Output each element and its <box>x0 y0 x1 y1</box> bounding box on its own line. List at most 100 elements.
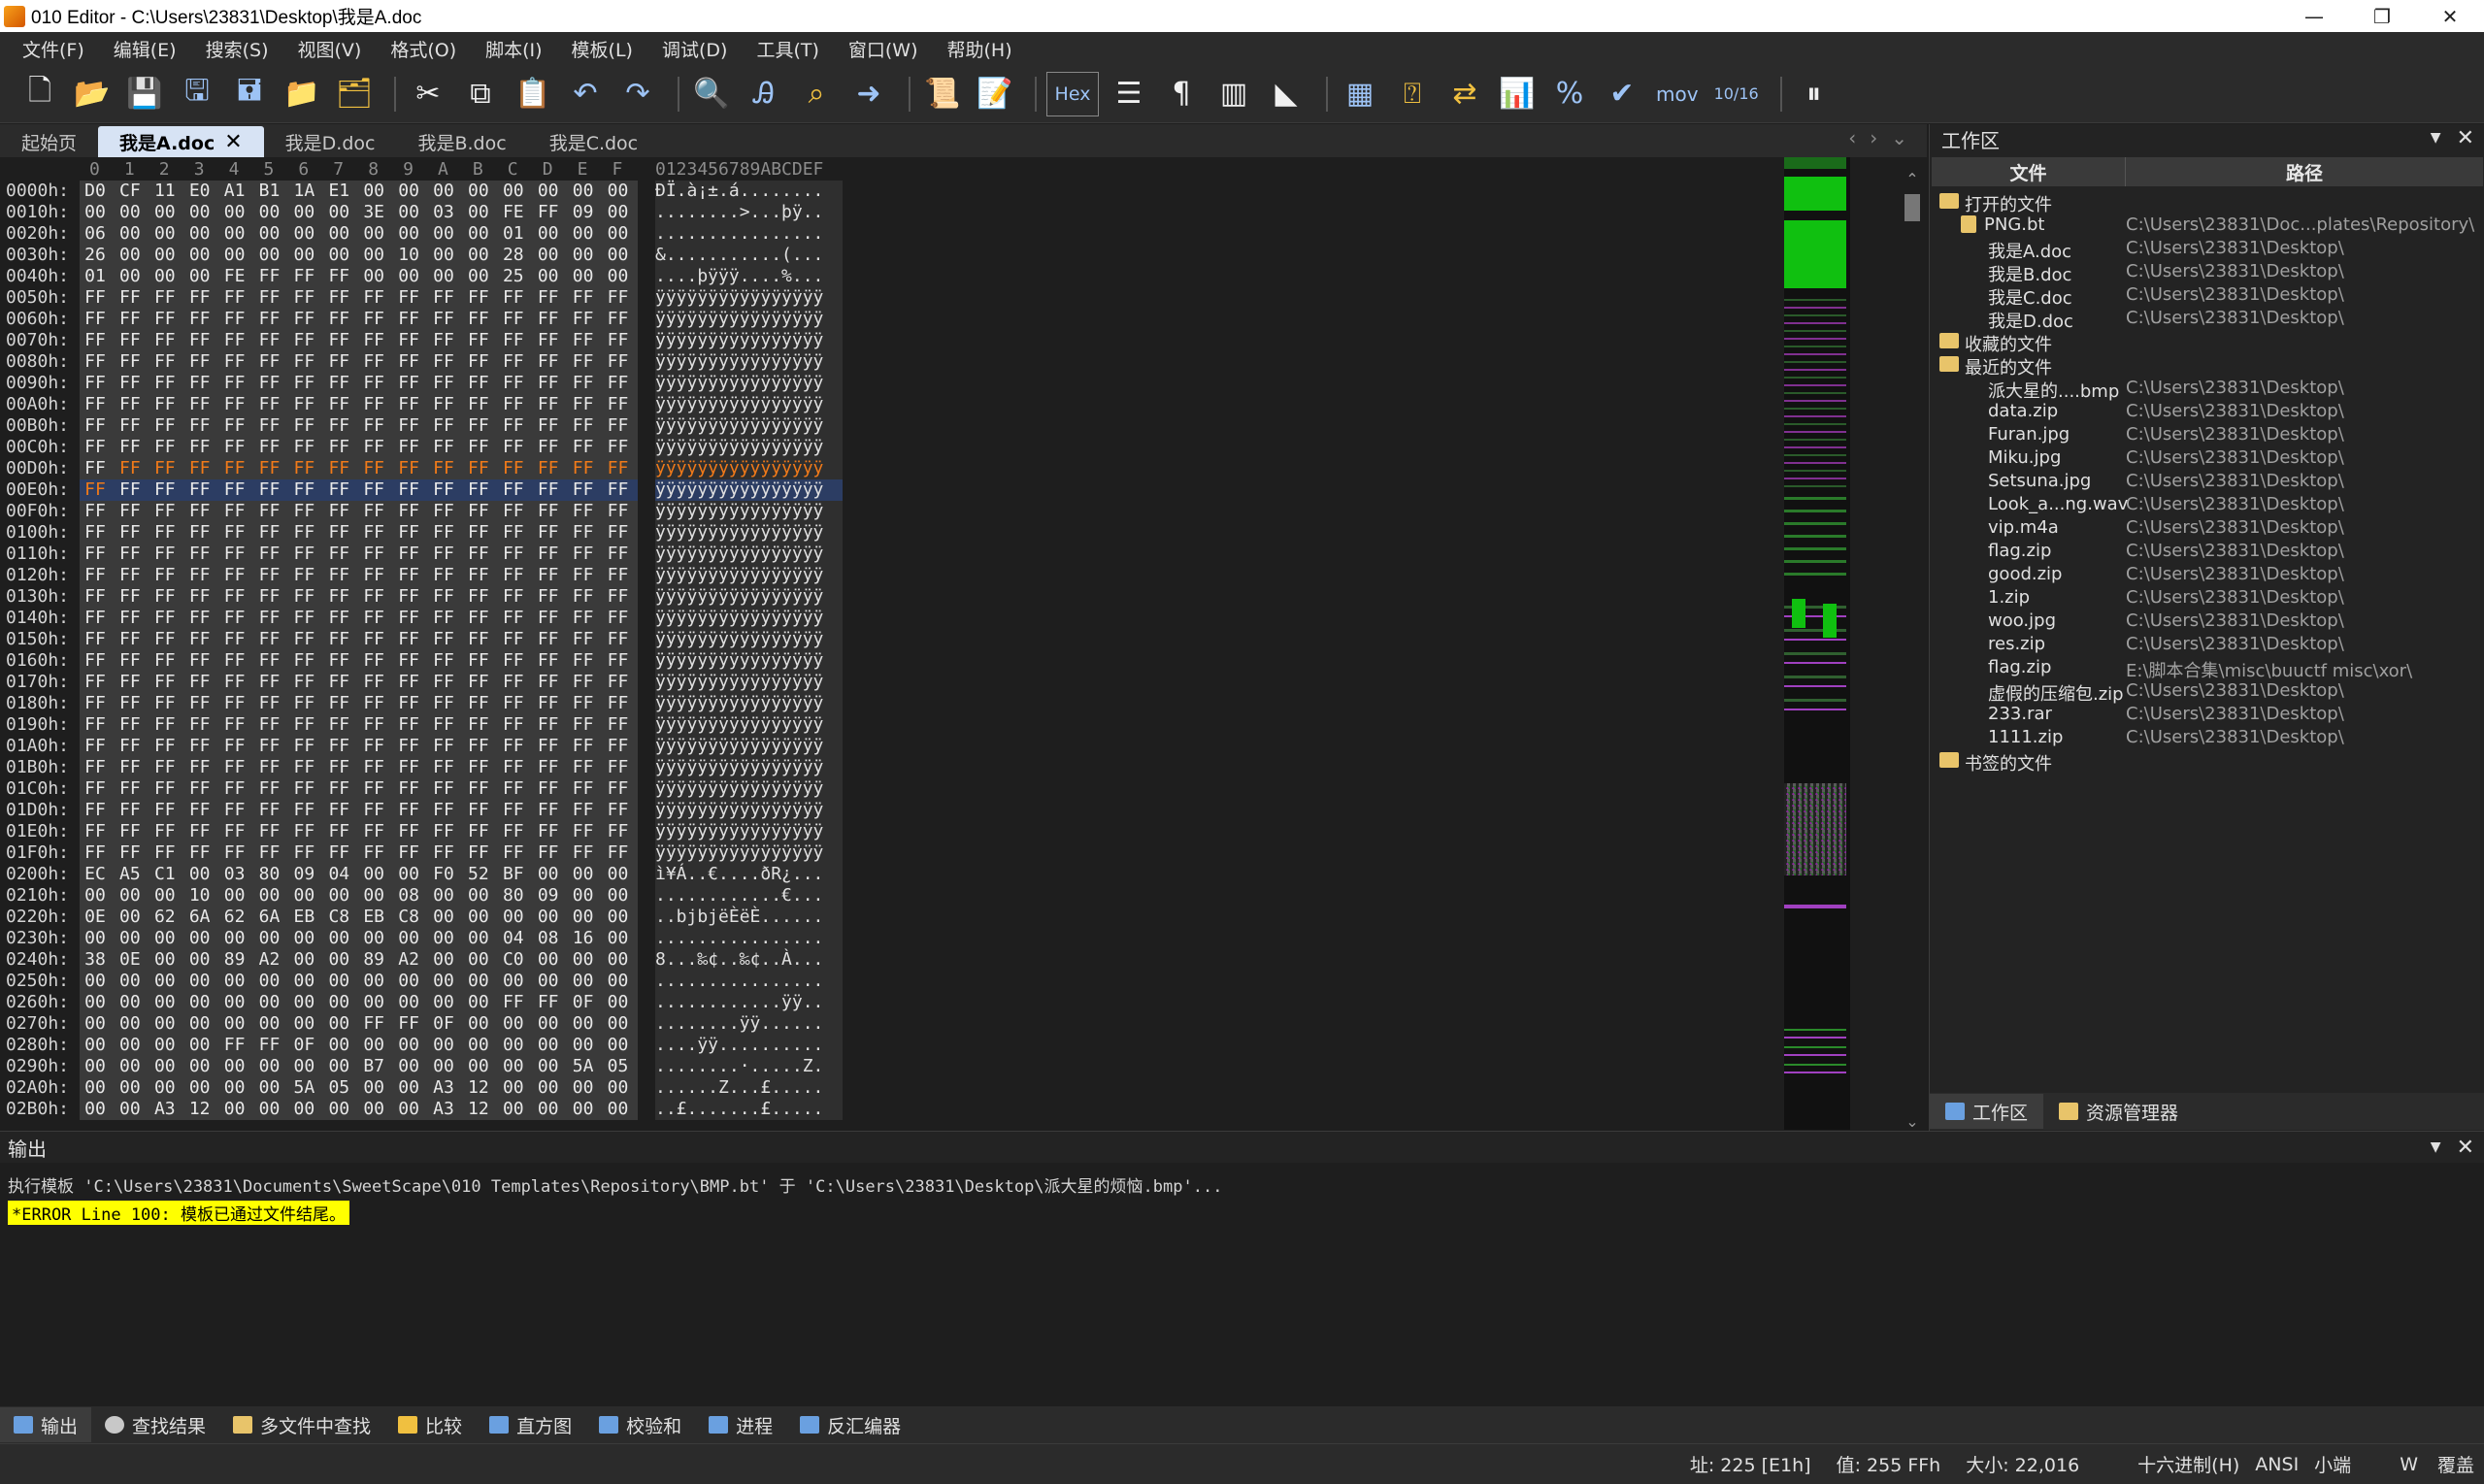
hex-byte[interactable]: FF <box>603 415 634 436</box>
tab-find-results[interactable]: 查找结果 <box>91 1407 219 1442</box>
hex-byte[interactable]: FF <box>428 842 459 863</box>
hex-byte[interactable]: FF <box>254 608 285 628</box>
hex-byte[interactable]: FF <box>184 629 215 649</box>
workspace-file-item[interactable]: 233.rar C:\Users\23831\Desktop\ <box>1930 703 2483 726</box>
checksum-icon[interactable]: ✔ <box>1600 72 1644 116</box>
hex-byte[interactable]: 00 <box>254 245 285 265</box>
hex-byte[interactable]: C0 <box>498 949 529 970</box>
hex-byte[interactable]: FF <box>358 544 389 564</box>
workspace-file-item[interactable]: 我是B.doc C:\Users\23831\Desktop\ <box>1930 260 2483 285</box>
hex-byte[interactable]: 00 <box>603 928 634 948</box>
hex-byte[interactable]: FF <box>393 330 424 350</box>
hex-byte[interactable]: FF <box>358 842 389 863</box>
hex-byte[interactable]: FF <box>288 586 319 607</box>
hex-byte[interactable]: FF <box>288 394 319 414</box>
hex-byte[interactable]: FF <box>219 522 250 543</box>
hex-byte[interactable]: 62 <box>149 907 181 927</box>
hex-byte[interactable]: 09 <box>533 885 564 906</box>
hex-bytes[interactable]: 00 00 00 00 00 00 5A 05 00 00 A3 12 00 00 00 00 <box>80 1077 638 1099</box>
menu-window[interactable]: 窗口(W) <box>834 36 933 62</box>
split-icon[interactable]: ▥ <box>1211 72 1256 116</box>
hex-byte[interactable]: FF <box>184 821 215 841</box>
hex-byte[interactable]: FF <box>568 586 599 607</box>
hex-byte[interactable]: FF <box>533 522 564 543</box>
hex-byte[interactable]: EB <box>358 907 389 927</box>
hex-byte[interactable]: 16 <box>568 928 599 948</box>
hex-byte[interactable]: FF <box>533 394 564 414</box>
tab-output[interactable]: 输出 <box>0 1407 92 1442</box>
hex-byte[interactable]: FF <box>149 629 181 649</box>
hex-byte[interactable]: FF <box>184 800 215 820</box>
hex-byte[interactable]: FF <box>603 650 634 671</box>
hex-byte[interactable]: FF <box>463 309 494 329</box>
hex-byte[interactable]: 00 <box>115 223 146 244</box>
hex-byte[interactable]: FF <box>184 842 215 863</box>
hex-ascii[interactable]: ÿÿÿÿÿÿÿÿÿÿÿÿÿÿÿÿ <box>655 586 843 608</box>
hex-bytes[interactable]: 26 00 00 00 00 00 00 00 00 10 00 00 28 00 00 00 <box>80 245 638 266</box>
hex-byte[interactable]: 00 <box>184 1013 215 1034</box>
hex-ascii[interactable]: ÿÿÿÿÿÿÿÿÿÿÿÿÿÿÿÿ <box>655 351 843 373</box>
hex-byte[interactable]: FF <box>533 992 564 1012</box>
hex-byte[interactable]: 00 <box>463 971 494 991</box>
hex-byte[interactable]: FF <box>219 351 250 372</box>
hex-byte[interactable]: EB <box>288 907 319 927</box>
hex-byte[interactable]: FF <box>115 714 146 735</box>
hex-byte[interactable]: FF <box>80 778 111 799</box>
hex-ascii[interactable]: ..bjbjëÈëÈ...... <box>655 907 843 928</box>
hex-byte[interactable]: 00 <box>463 1013 494 1034</box>
workspace-file-item[interactable]: Setsuna.jpg C:\Users\23831\Desktop\ <box>1930 470 2483 493</box>
hex-byte[interactable]: 00 <box>428 266 459 286</box>
compare-icon[interactable]: ⇄ <box>1442 72 1487 116</box>
hex-byte[interactable]: FF <box>533 714 564 735</box>
hex-byte[interactable]: FF <box>533 565 564 585</box>
hex-byte[interactable]: FF <box>288 415 319 436</box>
hex-byte[interactable]: FF <box>184 522 215 543</box>
workspace-file-item[interactable]: good.zip C:\Users\23831\Desktop\ <box>1930 563 2483 586</box>
hex-byte[interactable]: FF <box>254 586 285 607</box>
hex-byte[interactable]: FF <box>184 736 215 756</box>
hex-byte[interactable]: FF <box>463 458 494 478</box>
hex-byte[interactable]: FF <box>80 757 111 777</box>
hex-byte[interactable]: FF <box>393 287 424 308</box>
hex-byte[interactable]: FF <box>393 415 424 436</box>
paste-icon[interactable]: 📋 <box>511 72 555 116</box>
hex-byte[interactable]: FF <box>603 501 634 521</box>
tab-checksum[interactable]: 校验和 <box>585 1407 695 1442</box>
hex-byte[interactable]: FF <box>428 608 459 628</box>
hex-byte[interactable]: FF <box>463 608 494 628</box>
scroll-thumb[interactable] <box>1904 194 1920 221</box>
hex-bytes[interactable]: D0 CF 11 E0 A1 B1 1A E1 00 00 00 00 00 00 00 00 <box>80 181 638 202</box>
hex-byte[interactable]: 00 <box>463 992 494 1012</box>
hex-ascii[interactable]: ÿÿÿÿÿÿÿÿÿÿÿÿÿÿÿÿ <box>655 629 843 650</box>
hex-bytes[interactable]: FF FF FF FF FF FF FF FF FF FF FF FF FF FF FF FF <box>80 309 638 330</box>
hex-byte[interactable]: 00 <box>288 1056 319 1076</box>
hex-byte[interactable]: FF <box>115 586 146 607</box>
hex-byte[interactable]: FF <box>80 629 111 649</box>
hex-byte[interactable]: FF <box>288 736 319 756</box>
hex-byte[interactable]: FF <box>288 650 319 671</box>
hex-byte[interactable]: FF <box>184 394 215 414</box>
hex-byte[interactable]: 05 <box>323 1077 354 1098</box>
hex-byte[interactable]: FF <box>149 714 181 735</box>
hex-byte[interactable]: FF <box>115 800 146 820</box>
hex-byte[interactable]: 00 <box>603 266 634 286</box>
hex-bytes[interactable]: 06 00 00 00 00 00 00 00 00 00 00 00 01 00 00 00 <box>80 223 638 245</box>
hex-byte[interactable]: 00 <box>323 992 354 1012</box>
hex-byte[interactable]: FF <box>184 544 215 564</box>
hex-byte[interactable]: 00 <box>184 1077 215 1098</box>
hex-byte[interactable]: 00 <box>463 1056 494 1076</box>
hex-ascii[interactable]: ÿÿÿÿÿÿÿÿÿÿÿÿÿÿÿÿ <box>655 757 843 778</box>
file-overview-map[interactable] <box>1784 157 1850 1130</box>
hex-byte[interactable]: 00 <box>568 864 599 884</box>
hex-byte[interactable]: 00 <box>219 245 250 265</box>
hex-ascii[interactable]: ÿÿÿÿÿÿÿÿÿÿÿÿÿÿÿÿ <box>655 330 843 351</box>
hex-byte[interactable]: 00 <box>463 1035 494 1055</box>
hex-byte[interactable]: FF <box>219 842 250 863</box>
hex-byte[interactable]: FF <box>498 800 529 820</box>
hex-byte[interactable]: 00 <box>254 928 285 948</box>
hex-byte[interactable]: 00 <box>288 885 319 906</box>
hex-bytes[interactable]: 00 00 00 00 00 00 00 00 3E 00 03 00 FE FF 09 00 <box>80 202 638 223</box>
hex-byte[interactable]: 28 <box>498 245 529 265</box>
menu-tools[interactable]: 工具(T) <box>742 36 833 62</box>
hex-byte[interactable]: FF <box>80 479 111 500</box>
